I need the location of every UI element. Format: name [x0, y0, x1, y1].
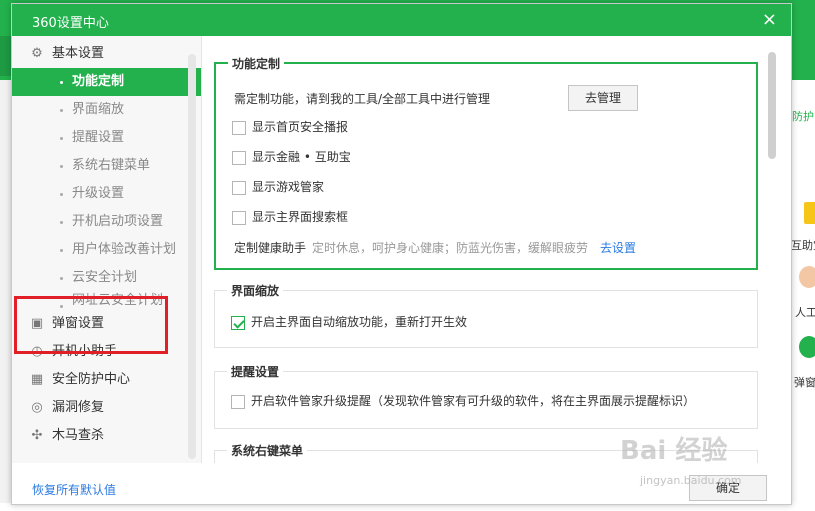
option-label: 显示首页安全播报	[252, 120, 349, 134]
group-legend: 界面缩放	[227, 282, 284, 299]
sidebar-category-label: 木马查杀	[52, 428, 105, 443]
option-label: 开启主界面自动缩放功能，重新打开生效	[251, 315, 468, 329]
health-desc: 定时休息，呵护身心健康；防蓝光伤害，缓解眼疲劳	[312, 241, 589, 255]
sidebar-category-basic[interactable]: ⚙ 基本设置	[12, 40, 201, 68]
sidebar-category-label: 安全防护中心	[52, 372, 131, 387]
option-auto-zoom[interactable]: 开启主界面自动缩放功能，重新打开生效	[231, 313, 467, 330]
option-home-broadcast[interactable]: 显示首页安全播报	[232, 118, 348, 135]
sidebar-category-patch[interactable]: ◎ 漏洞修复	[12, 394, 201, 422]
checkbox-checked[interactable]	[231, 315, 245, 330]
background-text: 防护	[792, 110, 814, 123]
group-legend: 功能定制	[228, 55, 285, 72]
watermark-url: jingyan.baidu.com	[640, 474, 742, 487]
sidebar-item-zoom[interactable]: 界面缩放	[12, 96, 201, 124]
option-label: 显示游戏管家	[252, 180, 325, 194]
option-upgrade-remind[interactable]: 开启软件管家升级提醒（发现软件管家有可升级的软件，将在主界面展示提醒标识）	[231, 392, 695, 409]
checkbox[interactable]	[231, 394, 245, 409]
background-text: 人工	[795, 306, 815, 319]
sidebar-item-startup[interactable]: 开机启动项设置	[12, 208, 201, 236]
background-app-sidebar: 防护 互助宝 人工 弹窗	[790, 80, 815, 511]
option-game-manager[interactable]: 显示游戏管家	[232, 178, 324, 195]
watermark: Bai 经验 jingyan.baidu.com	[620, 438, 770, 498]
dialog-titlebar: 360设置中心 ×	[12, 4, 791, 36]
settings-dialog: 360设置中心 × ⚙ 基本设置 功能定制 界面缩放 提醒设置 系统右键菜单 升…	[11, 3, 792, 505]
sidebar-category-label: 基本设置	[52, 46, 105, 61]
option-label: 开启软件管家升级提醒（发现软件管家有可升级的软件，将在主界面展示提醒标识）	[251, 394, 696, 408]
group-custom: 功能定制 需定制功能，请到我的工具/全部工具中进行管理 去管理 显示首页安全播报…	[214, 55, 758, 270]
health-label: 定制健康助手	[234, 241, 307, 255]
patch-icon: ◎	[31, 400, 43, 415]
checkbox[interactable]	[232, 150, 246, 165]
group-remind: 提醒设置 开启软件管家升级提醒（发现软件管家有可升级的软件，将在主界面展示提醒标…	[214, 363, 758, 429]
custom-intro: 需定制功能，请到我的工具/全部工具中进行管理	[234, 92, 491, 106]
sidebar-category-trojan[interactable]: ✣ 木马查杀	[12, 422, 201, 450]
sidebar-item-upgrade[interactable]: 升级设置	[12, 180, 201, 208]
close-icon[interactable]: ×	[762, 9, 777, 30]
avatar-icon	[799, 266, 815, 288]
option-label: 显示主界面搜索框	[252, 210, 349, 224]
annotation-highlight-box	[14, 296, 168, 354]
content-scrollbar[interactable]	[768, 52, 776, 159]
group-legend: 系统右键菜单	[227, 442, 308, 459]
sidebar-scrollbar[interactable]	[188, 54, 196, 459]
option-search-box[interactable]: 显示主界面搜索框	[232, 208, 348, 225]
folder-icon	[804, 202, 815, 224]
scan-icon: ✣	[31, 428, 43, 443]
sidebar-item-custom[interactable]: 功能定制	[12, 68, 201, 96]
watermark-text: Bai 经验	[620, 436, 728, 466]
sidebar-category-label: 漏洞修复	[52, 400, 105, 415]
checkbox[interactable]	[232, 120, 246, 135]
restore-defaults-link[interactable]: 恢复所有默认值	[32, 481, 116, 498]
sidebar-item-ux-plan[interactable]: 用户体验改善计划	[12, 236, 201, 264]
shield-icon: ▦	[30, 372, 44, 387]
group-zoom: 界面缩放 开启主界面自动缩放功能，重新打开生效	[214, 282, 758, 348]
settings-content: 功能定制 需定制功能，请到我的工具/全部工具中进行管理 去管理 显示首页安全播报…	[202, 36, 792, 463]
background-text: 弹窗	[794, 376, 815, 389]
checkbox[interactable]	[232, 210, 246, 225]
sidebar-item-remind[interactable]: 提醒设置	[12, 124, 201, 152]
manage-button[interactable]: 去管理	[568, 85, 638, 111]
sidebar-item-cloud-security[interactable]: 云安全计划	[12, 264, 201, 292]
group-legend: 提醒设置	[227, 363, 284, 380]
sidebar-item-context-menu[interactable]: 系统右键菜单	[12, 152, 201, 180]
option-finance[interactable]: 显示金融 • 互助宝	[232, 148, 351, 165]
health-assistant-row: 定制健康助手 定时休息，呵护身心健康；防蓝光伤害，缓解眼疲劳 去设置	[234, 239, 636, 256]
option-label: 显示金融 • 互助宝	[252, 150, 351, 164]
gear-icon: ⚙	[31, 46, 43, 61]
settings-sidebar: ⚙ 基本设置 功能定制 界面缩放 提醒设置 系统右键菜单 升级设置 开机启动项设…	[12, 36, 202, 463]
dialog-title: 360设置中心	[32, 16, 109, 31]
health-settings-link[interactable]: 去设置	[600, 241, 636, 255]
background-text: 互助宝	[791, 239, 815, 252]
sidebar-category-security-center[interactable]: ▦ 安全防护中心	[12, 366, 201, 394]
checkbox[interactable]	[232, 180, 246, 195]
popup-icon	[799, 336, 815, 358]
